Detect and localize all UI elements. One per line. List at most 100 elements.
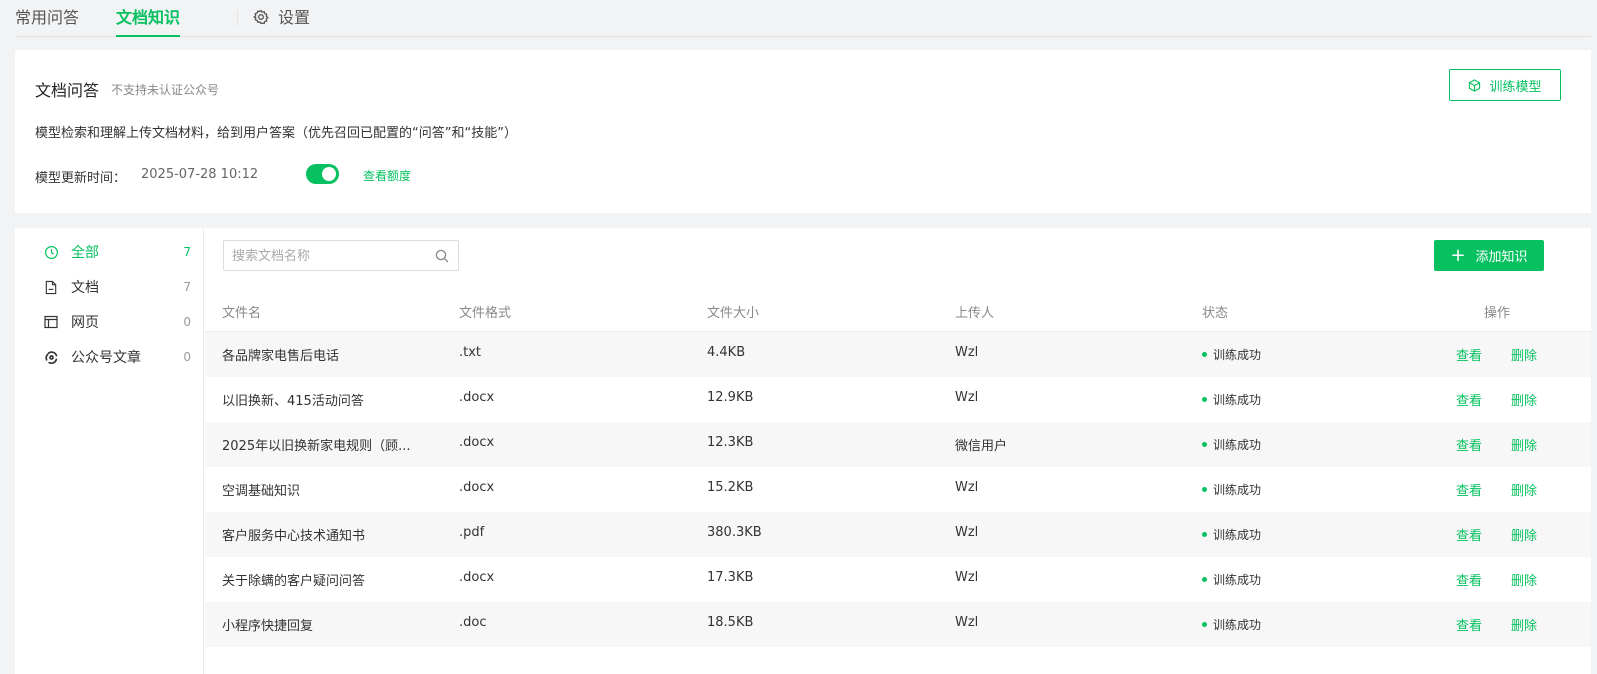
- delete-button[interactable]: 删除: [1511, 525, 1537, 544]
- delete-button[interactable]: 删除: [1511, 390, 1537, 409]
- status-badge: 训练成功: [1202, 436, 1261, 453]
- train-model-button[interactable]: 训练模型: [1449, 69, 1561, 101]
- file-format: .doc: [459, 615, 487, 630]
- sidebar-item-webpages[interactable]: 网页 0: [43, 311, 191, 333]
- uploader: Wzl: [955, 345, 979, 360]
- file-name: 客户服务中心技术通知书: [222, 529, 366, 544]
- add-knowledge-label: 添加知识: [1475, 250, 1528, 265]
- status-text: 训练成功: [1213, 618, 1262, 632]
- table-row: 各品牌家电售后电话 .txt 4.4KB Wzl 训练成功 查看 删除: [205, 332, 1591, 377]
- search-input[interactable]: [232, 247, 428, 265]
- view-button[interactable]: 查看: [1456, 525, 1482, 544]
- file-name: 以旧换新、415活动问答: [222, 394, 364, 409]
- file-name: 2025年以旧换新家电规则（顾...: [222, 439, 411, 454]
- status-badge: 训练成功: [1202, 481, 1261, 498]
- table-row: 以旧换新、415活动问答 .docx 12.9KB Wzl 训练成功 查看 删除: [205, 377, 1591, 422]
- sidebar-item-label: 网页: [71, 315, 99, 331]
- file-format: .docx: [459, 570, 495, 585]
- official-account-icon: [43, 349, 59, 365]
- uploader: Wzl: [955, 390, 979, 405]
- table-row: 小程序快捷回复 .doc 18.5KB Wzl 训练成功 查看 删除: [205, 602, 1591, 647]
- uploader: 微信用户: [955, 439, 1008, 454]
- status-badge: 训练成功: [1202, 616, 1261, 633]
- status-dot: [1202, 397, 1207, 402]
- uploader: Wzl: [955, 570, 979, 585]
- table-row: 客户服务中心技术通知书 .pdf 380.3KB Wzl 训练成功 查看 删除: [205, 512, 1591, 557]
- top-tabs: 常用问答 文档知识 设置: [15, 0, 1591, 37]
- sidebar-item-count: 7: [183, 245, 191, 259]
- sidebar-item-label: 公众号文章: [71, 350, 141, 366]
- view-button[interactable]: 查看: [1456, 615, 1482, 634]
- status-text: 训练成功: [1213, 438, 1262, 452]
- card-description: 模型检索和理解上传文档材料，给到用户答案（优先召回已配置的“问答”和“技能”）: [35, 126, 517, 141]
- file-name: 空调基础知识: [222, 484, 301, 499]
- file-size: 17.3KB: [707, 570, 754, 585]
- uploader: Wzl: [955, 525, 979, 540]
- table-row: 空调基础知识 .docx 15.2KB Wzl 训练成功 查看 删除: [205, 467, 1591, 512]
- file-name: 关于除螨的客户疑问问答: [222, 574, 366, 589]
- cube-icon: [1469, 78, 1481, 92]
- sidebar-item-articles[interactable]: 公众号文章 0: [43, 346, 191, 368]
- model-toggle[interactable]: [306, 164, 339, 184]
- file-size: 12.3KB: [707, 435, 754, 450]
- view-button[interactable]: 查看: [1456, 480, 1482, 499]
- category-sidebar: 全部 7 文档 7 网页 0 公众号文章 0: [15, 228, 204, 674]
- uploader: Wzl: [955, 480, 979, 495]
- file-name: 各品牌家电售后电话: [222, 349, 340, 364]
- uploader: Wzl: [955, 615, 979, 630]
- view-button[interactable]: 查看: [1456, 345, 1482, 364]
- train-model-label: 训练模型: [1489, 79, 1542, 95]
- file-format: .docx: [459, 480, 495, 495]
- table-row: 关于除螨的客户疑问问答 .docx 17.3KB Wzl 训练成功 查看 删除: [205, 557, 1591, 602]
- status-badge: 训练成功: [1202, 391, 1261, 408]
- gear-icon: [253, 9, 269, 25]
- file-format: .docx: [459, 435, 495, 450]
- sidebar-item-documents[interactable]: 文档 7: [43, 276, 191, 298]
- file-size: 15.2KB: [707, 480, 754, 495]
- status-text: 训练成功: [1213, 573, 1262, 587]
- status-dot: [1202, 532, 1207, 537]
- tab-divider: [237, 10, 238, 26]
- status-text: 训练成功: [1213, 483, 1262, 497]
- search-icon[interactable]: [435, 249, 449, 263]
- doc-qa-card: 文档问答 不支持未认证公众号 模型检索和理解上传文档材料，给到用户答案（优先召回…: [15, 50, 1591, 213]
- file-size: 18.5KB: [707, 615, 754, 630]
- card-title: 文档问答: [35, 81, 100, 100]
- sidebar-item-label: 全部: [71, 245, 99, 261]
- tab-settings[interactable]: 设置: [253, 6, 310, 30]
- file-size: 12.9KB: [707, 390, 754, 405]
- table-body: 各品牌家电售后电话 .txt 4.4KB Wzl 训练成功 查看 删除 以旧换新、415活动问…: [205, 332, 1591, 647]
- sidebar-item-label: 文档: [71, 280, 99, 296]
- document-icon: [43, 279, 59, 295]
- update-time-value: 2025-07-28 10:12: [141, 167, 259, 182]
- delete-button[interactable]: 删除: [1511, 435, 1537, 454]
- status-dot: [1202, 442, 1207, 447]
- delete-button[interactable]: 删除: [1511, 345, 1537, 364]
- delete-button[interactable]: 删除: [1511, 570, 1537, 589]
- clock-icon: [43, 244, 59, 260]
- view-quota-link[interactable]: 查看额度: [363, 167, 411, 184]
- plus-icon: +: [1450, 244, 1466, 266]
- delete-button[interactable]: 删除: [1511, 480, 1537, 499]
- table-row: 2025年以旧换新家电规则（顾... .docx 12.3KB 微信用户 训练成功 查看 删…: [205, 422, 1591, 467]
- add-knowledge-button[interactable]: + 添加知识: [1434, 240, 1544, 271]
- col-header-status: 状态: [1202, 306, 1229, 321]
- view-button[interactable]: 查看: [1456, 390, 1482, 409]
- view-button[interactable]: 查看: [1456, 570, 1482, 589]
- tab-faq[interactable]: 常用问答: [15, 6, 79, 30]
- file-format: .txt: [459, 345, 482, 360]
- col-header-format: 文件格式: [459, 306, 512, 321]
- sidebar-item-all[interactable]: 全部 7: [43, 241, 191, 263]
- col-header-size: 文件大小: [707, 306, 760, 321]
- search-box: [223, 240, 459, 271]
- col-header-actions: 操作: [1484, 306, 1511, 321]
- update-time-label: 模型更新时间：: [35, 171, 127, 186]
- status-badge: 训练成功: [1202, 346, 1261, 363]
- tab-doc-knowledge[interactable]: 文档知识: [116, 6, 181, 37]
- sidebar-item-count: 0: [183, 315, 191, 329]
- sidebar-item-count: 0: [183, 350, 191, 364]
- delete-button[interactable]: 删除: [1511, 615, 1537, 634]
- file-size: 380.3KB: [707, 525, 762, 540]
- view-button[interactable]: 查看: [1456, 435, 1482, 454]
- file-name: 小程序快捷回复: [222, 619, 314, 634]
